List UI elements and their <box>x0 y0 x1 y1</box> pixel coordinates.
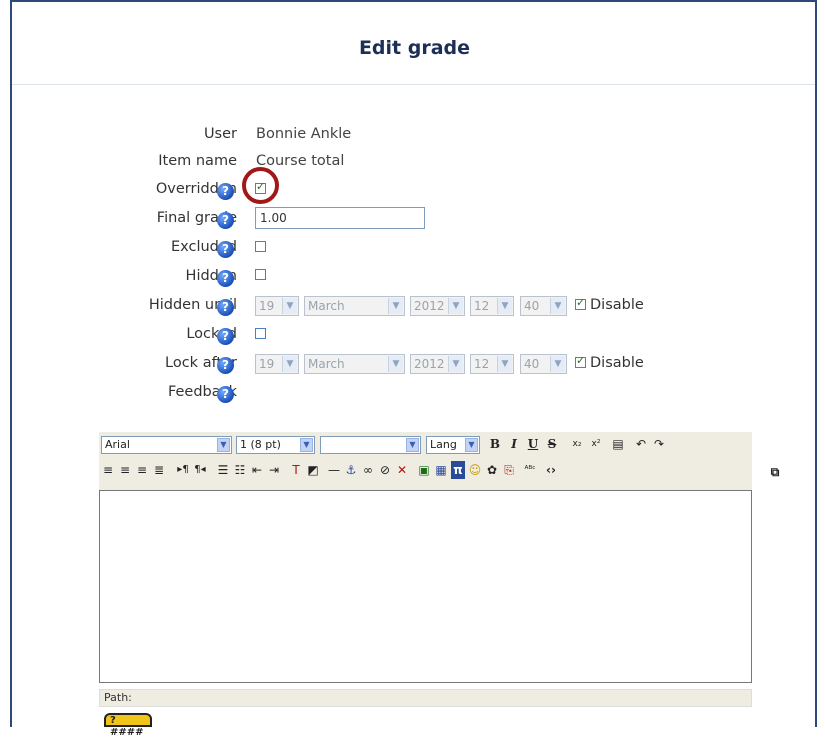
undo-icon[interactable]: ↶ <box>634 435 648 453</box>
html-source-icon[interactable]: ‹› <box>544 461 558 479</box>
redo-icon[interactable]: ↷ <box>652 435 666 453</box>
superscript-icon[interactable]: x² <box>589 435 603 453</box>
unordered-list-icon[interactable]: ☷ <box>233 461 247 479</box>
item-name-label: Item name <box>158 153 237 169</box>
chevron-down-icon: ▼ <box>550 298 565 314</box>
outdent-icon[interactable]: ⇤ <box>250 461 264 479</box>
insert-table-icon[interactable]: ▦ <box>434 461 448 479</box>
chevron-down-icon: ▼ <box>550 356 565 372</box>
final-grade-input[interactable]: 1.00 <box>255 207 425 229</box>
paste-word-icon[interactable]: ⎘ <box>502 461 516 479</box>
lock-after-minute-select[interactable]: 40 ▼ <box>520 354 567 374</box>
hidden-until-year-select[interactable]: 2012 ▼ <box>410 296 465 316</box>
hidden-checkbox[interactable] <box>255 269 266 280</box>
user-label: User <box>203 126 237 142</box>
align-left-icon[interactable]: ≡ <box>101 461 115 479</box>
anchor-icon[interactable]: ⚓ <box>344 461 358 479</box>
highlight-circle <box>242 167 279 204</box>
hidden-help-icon[interactable]: ? <box>217 270 234 287</box>
hidden-until-help-icon[interactable]: ? <box>217 299 234 316</box>
subscript-icon[interactable]: x₂ <box>570 435 584 453</box>
chevron-down-icon: ▼ <box>217 438 230 452</box>
hidden-until-day-select[interactable]: 19 ▼ <box>255 296 299 316</box>
bold-icon[interactable]: B <box>488 435 502 453</box>
chevron-down-icon: ▼ <box>448 356 463 372</box>
horizontal-rule-icon[interactable]: — <box>327 461 341 479</box>
feedback-editor[interactable] <box>99 490 752 683</box>
user-value: Bonnie Ankle <box>256 126 352 142</box>
chevron-down-icon: ▼ <box>388 298 403 314</box>
lock-after-hour-select[interactable]: 12 ▼ <box>470 354 514 374</box>
hidden-until-minute-select[interactable]: 40 ▼ <box>520 296 567 316</box>
ltr-icon[interactable]: ▸¶ <box>176 461 190 479</box>
locked-checkbox[interactable] <box>255 328 266 339</box>
excluded-help-icon[interactable]: ? <box>217 241 234 258</box>
hidden-until-hour-select[interactable]: 12 ▼ <box>470 296 514 316</box>
lock-after-month-select[interactable]: March ▼ <box>304 354 405 374</box>
font-family-select[interactable]: Arial ▼ <box>101 436 232 454</box>
tex-icon[interactable]: π <box>451 461 465 479</box>
chevron-down-icon: ▼ <box>388 356 403 372</box>
editor-path-bar: Path: <box>99 689 752 707</box>
lock-after-disable-label: Disable <box>590 355 644 371</box>
locked-help-icon[interactable]: ? <box>217 328 234 345</box>
clean-html-icon[interactable]: ▤ <box>611 435 625 453</box>
unlink-icon[interactable]: ⊘ <box>378 461 392 479</box>
final-grade-help-icon[interactable]: ? <box>217 212 234 229</box>
smiley-icon[interactable]: ☺ <box>468 461 482 479</box>
chevron-down-icon: ▼ <box>300 438 313 452</box>
help-badge[interactable]: ? #### <box>104 713 152 738</box>
lang-select[interactable]: Lang ▼ <box>426 436 480 454</box>
strikethrough-icon[interactable]: S <box>545 435 559 453</box>
underline-icon[interactable]: U <box>526 435 540 453</box>
chevron-down-icon: ▼ <box>406 438 419 452</box>
lock-after-year-select[interactable]: 2012 ▼ <box>410 354 465 374</box>
lock-after-disable-checkbox[interactable] <box>575 354 586 368</box>
editor-toolbar: Arial ▼ 1 (8 pt) ▼ ▼ Lang ▼ B I U S x₂ x² ▤… <box>99 432 752 490</box>
link-icon[interactable]: ∞ <box>361 461 375 479</box>
justify-icon[interactable]: ≣ <box>152 461 166 479</box>
spellcheck-icon[interactable]: ᴬᴮᶜ <box>523 461 537 479</box>
chevron-down-icon: ▼ <box>282 298 297 314</box>
background-color-icon[interactable]: ◩ <box>306 461 320 479</box>
title-divider <box>12 84 815 85</box>
hidden-until-disable-checkbox[interactable] <box>575 296 586 310</box>
font-size-select[interactable]: 1 (8 pt) ▼ <box>236 436 315 454</box>
chevron-down-icon: ▼ <box>448 298 463 314</box>
align-center-icon[interactable]: ≡ <box>118 461 132 479</box>
hidden-until-disable-label: Disable <box>590 297 644 313</box>
lock-after-help-icon[interactable]: ? <box>217 357 234 374</box>
ordered-list-icon[interactable]: ☰ <box>216 461 230 479</box>
insert-char-icon[interactable]: ✿ <box>485 461 499 479</box>
rtl-icon[interactable]: ¶◂ <box>193 461 207 479</box>
chevron-down-icon: ▼ <box>282 356 297 372</box>
fullscreen-icon[interactable]: ⧉ <box>767 463 783 481</box>
lock-after-day-select[interactable]: 19 ▼ <box>255 354 299 374</box>
item-name-value: Course total <box>256 153 345 169</box>
chevron-down-icon: ▼ <box>497 356 512 372</box>
style-select[interactable]: ▼ <box>320 436 421 454</box>
align-right-icon[interactable]: ≡ <box>135 461 149 479</box>
page-title: Edit grade <box>358 37 471 59</box>
excluded-checkbox[interactable] <box>255 241 266 252</box>
nolink-icon[interactable]: ✕ <box>395 461 409 479</box>
feedback-help-icon[interactable]: ? <box>217 386 234 403</box>
indent-icon[interactable]: ⇥ <box>267 461 281 479</box>
insert-image-icon[interactable]: ▣ <box>417 461 431 479</box>
hidden-until-month-select[interactable]: March ▼ <box>304 296 405 316</box>
overridden-help-icon[interactable]: ? <box>217 183 234 200</box>
text-color-icon[interactable]: T <box>289 461 303 479</box>
chevron-down-icon: ▼ <box>465 438 478 452</box>
italic-icon[interactable]: I <box>507 435 521 453</box>
chevron-down-icon: ▼ <box>497 298 512 314</box>
